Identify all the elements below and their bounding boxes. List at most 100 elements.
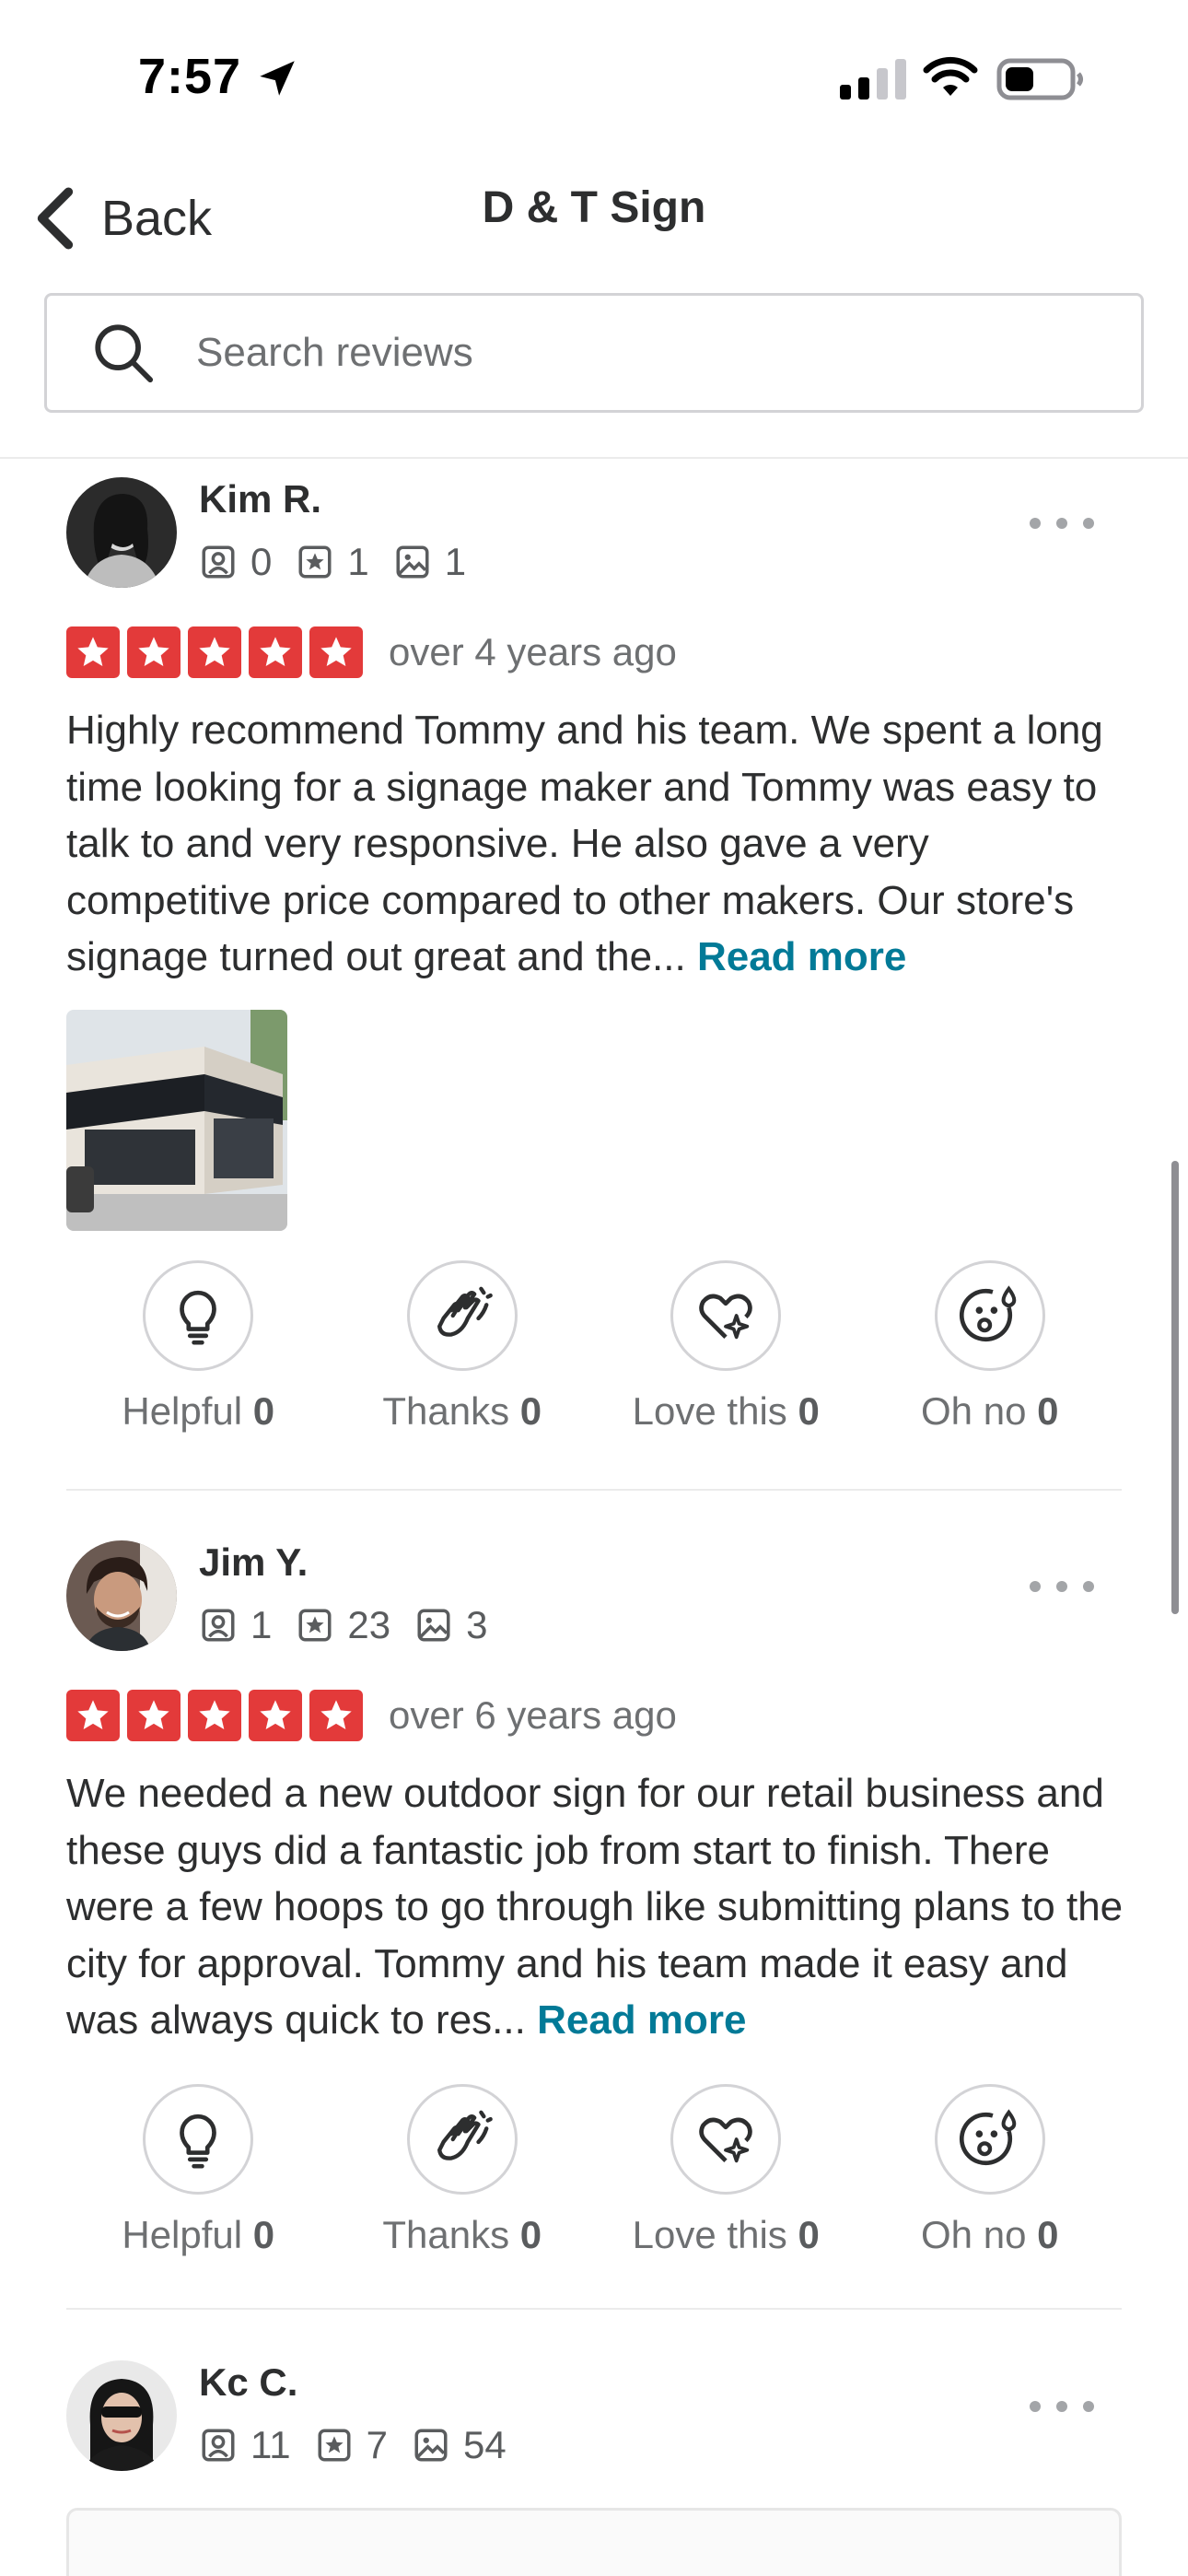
reaction-button[interactable]: [406, 2084, 518, 2195]
photos-stat: 1: [393, 540, 466, 584]
friends-count: 1: [250, 1603, 273, 1646]
thanks-reaction[interactable]: Thanks 0: [331, 1260, 595, 1434]
wifi-icon: [923, 56, 978, 96]
clapping-hands-icon: [437, 1286, 493, 1337]
friends-count: 11: [250, 2423, 291, 2466]
star-icon: [66, 1690, 120, 1741]
reaction-button[interactable]: [143, 2084, 254, 2195]
reaction-label: Oh no 0: [921, 2213, 1059, 2256]
review-divider: [66, 1489, 1122, 1491]
review-star-icon: [298, 545, 332, 579]
nav-bar: Back D & T Sign: [0, 157, 1188, 276]
more-options-icon[interactable]: [1030, 2397, 1094, 2416]
scrollbar[interactable]: [1171, 1161, 1179, 1614]
review-text: Highly recommend Tommy and his team. We …: [66, 702, 1125, 986]
reaction-label: Thanks 0: [382, 2213, 542, 2256]
helpful-reaction[interactable]: Helpful 0: [66, 2084, 331, 2257]
reaction-button[interactable]: [934, 1260, 1045, 1371]
read-more-link[interactable]: Read more: [537, 1997, 746, 2043]
photos-stat: 54: [412, 2423, 507, 2467]
reviewer-name[interactable]: Kc C.: [199, 2360, 297, 2405]
avatar[interactable]: [66, 2360, 177, 2471]
more-options-icon[interactable]: [1030, 514, 1094, 533]
reviewer-stats: 0 1 1: [199, 540, 490, 584]
star-rating: over 6 years ago: [66, 1690, 677, 1741]
friends-stat: 1: [199, 1603, 272, 1647]
reaction-button[interactable]: [670, 1260, 782, 1371]
review-card: Jim Y. 1 23 3 over 6 years ago We needed…: [66, 1540, 1125, 2296]
star-icon: [249, 1690, 302, 1741]
reaction-label: Love this 0: [632, 2213, 820, 2256]
review-star-icon: [298, 1609, 332, 1642]
love-this-reaction[interactable]: Love this 0: [594, 1260, 858, 1434]
reviews-stat: 1: [296, 540, 369, 584]
reviews-count: 1: [347, 540, 369, 583]
review-body: Highly recommend Tommy and his team. We …: [66, 708, 1103, 979]
star-icon: [127, 1690, 181, 1741]
lightbulb-icon: [180, 2113, 217, 2169]
reaction-button[interactable]: [670, 2084, 782, 2195]
star-icon: [66, 626, 120, 678]
read-more-link[interactable]: Read more: [697, 934, 906, 979]
photo-icon: [414, 2429, 448, 2462]
review-divider: [66, 2308, 1122, 2310]
surprised-face-icon: [959, 1285, 1017, 1342]
star-icon: [309, 1690, 363, 1741]
star-icon: [309, 626, 363, 678]
friends-icon: [202, 1609, 235, 1642]
photo-icon: [417, 1609, 450, 1642]
review-card: Kc C. 11 7 54: [66, 2360, 1122, 2508]
reviewer-stats: 1 23 3: [199, 1603, 511, 1647]
review-star-icon: [318, 2429, 351, 2462]
reaction-label: Thanks 0: [382, 1389, 542, 1433]
more-options-icon[interactable]: [1030, 1577, 1094, 1596]
reviews-stat: 7: [315, 2423, 388, 2467]
page-title: D & T Sign: [482, 183, 706, 232]
star-icon: [127, 626, 181, 678]
reviewer-stats: 11 7 54: [199, 2423, 530, 2467]
friends-count: 0: [250, 540, 273, 583]
reviews-count: 7: [366, 2423, 388, 2466]
friends-icon: [202, 545, 235, 579]
reviews-count: 23: [347, 1603, 391, 1646]
heart-sparkle-icon: [699, 1294, 753, 1340]
surprised-face-icon: [959, 2109, 1017, 2166]
location-arrow-icon: [260, 61, 295, 96]
next-review-content: [66, 2508, 1122, 2576]
helpful-reaction[interactable]: Helpful 0: [66, 1260, 331, 1434]
review-card: Kim R. 0 1 1 over 4 years ago Highly rec…: [66, 477, 1122, 1463]
clapping-hands-icon: [437, 2110, 493, 2160]
avatar[interactable]: [66, 1540, 177, 1651]
thanks-reaction[interactable]: Thanks 0: [331, 2084, 595, 2257]
status-bar: 7:57: [0, 0, 1188, 157]
love-this-reaction[interactable]: Love this 0: [594, 2084, 858, 2257]
reaction-button[interactable]: [143, 1260, 254, 1371]
photo-icon: [396, 545, 429, 579]
reaction-button[interactable]: [934, 2084, 1045, 2195]
search-input[interactable]: [196, 330, 1071, 376]
review-date: over 4 years ago: [389, 630, 677, 673]
avatar[interactable]: [66, 477, 177, 588]
reaction-label: Helpful 0: [122, 2213, 275, 2256]
friends-stat: 0: [199, 540, 272, 584]
reaction-bar: Helpful 0 Thanks 0 Love this 0 Oh no 0: [66, 2084, 1122, 2257]
search-icon: [95, 324, 154, 383]
search-bar[interactable]: [44, 293, 1144, 413]
heart-sparkle-icon: [699, 2117, 753, 2163]
oh-no-reaction[interactable]: Oh no 0: [858, 2084, 1123, 2257]
reviews-stat: 23: [296, 1603, 390, 1647]
review-photo[interactable]: [66, 1010, 287, 1231]
star-icon: [188, 1690, 241, 1741]
reaction-label: Oh no 0: [921, 1389, 1059, 1433]
photos-stat: 3: [414, 1603, 487, 1647]
status-time: 7:57: [138, 49, 242, 104]
reviewer-name[interactable]: Jim Y.: [199, 1540, 308, 1585]
reviewer-name[interactable]: Kim R.: [199, 477, 321, 521]
star-icon: [249, 626, 302, 678]
reaction-button[interactable]: [406, 1260, 518, 1371]
review-date: over 6 years ago: [389, 1693, 677, 1737]
photos-count: 1: [444, 540, 467, 583]
friends-icon: [202, 2429, 235, 2462]
oh-no-reaction[interactable]: Oh no 0: [858, 1260, 1123, 1434]
review-text: We needed a new outdoor sign for our ret…: [66, 1765, 1125, 2049]
